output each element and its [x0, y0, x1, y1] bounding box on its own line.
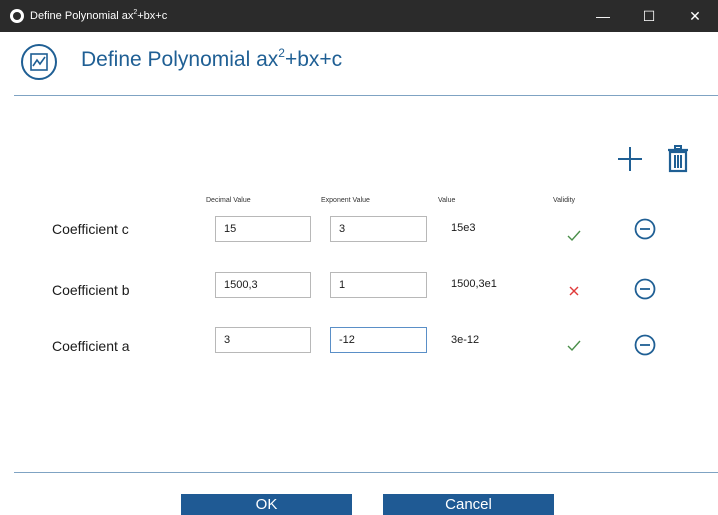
computed-value: 15e3 [451, 222, 476, 234]
window-title: Define Polynomial ax2+bx+c [30, 9, 168, 22]
exponent-value-input[interactable] [330, 216, 427, 242]
coefficient-label: Coefficient a [52, 338, 130, 354]
exponent-value-input[interactable] [330, 272, 427, 298]
title-bar: Define Polynomial ax2+bx+c — ☐ ✕ [0, 0, 718, 32]
check-icon [567, 340, 581, 352]
coefficient-label: Coefficient c [52, 221, 129, 237]
chart-icon [21, 44, 57, 80]
column-header-decimal: Decimal Value [206, 197, 251, 204]
footer-divider [14, 472, 718, 473]
decimal-value-input[interactable] [215, 272, 311, 298]
remove-coefficient-button[interactable] [634, 278, 656, 300]
column-header-exponent: Exponent Value [321, 197, 370, 204]
delete-button[interactable] [665, 144, 691, 174]
plus-icon [618, 147, 642, 171]
header-divider [14, 95, 718, 96]
coefficient-label: Coefficient b [52, 282, 130, 298]
check-icon [567, 230, 581, 242]
column-header-value: Value [438, 197, 456, 204]
coefficient-row-b: Coefficient b 1500,3e1 [0, 270, 718, 310]
add-coefficient-button[interactable] [616, 145, 644, 173]
ok-button[interactable]: OK [181, 494, 352, 515]
cancel-button[interactable]: Cancel [383, 494, 554, 515]
computed-value: 1500,3e1 [451, 278, 497, 290]
coefficient-row-c: Coefficient c 15e3 [0, 210, 718, 250]
minimize-button[interactable]: — [580, 0, 626, 32]
maximize-button[interactable]: ☐ [626, 0, 672, 32]
trash-icon [668, 145, 688, 173]
remove-coefficient-button[interactable] [634, 334, 656, 356]
remove-coefficient-button[interactable] [634, 218, 656, 240]
decimal-value-input[interactable] [215, 327, 311, 353]
app-icon [10, 9, 24, 23]
page-title: Define Polynomial ax2+bx+c [81, 46, 343, 71]
computed-value: 3e-12 [451, 334, 480, 346]
column-header-validity: Validity [553, 197, 576, 204]
decimal-value-input[interactable] [215, 216, 311, 242]
coefficient-row-a: Coefficient a 3e-12 [0, 325, 718, 365]
exponent-value-input[interactable] [330, 327, 427, 353]
cross-icon [569, 286, 579, 296]
close-button[interactable]: ✕ [672, 0, 718, 32]
